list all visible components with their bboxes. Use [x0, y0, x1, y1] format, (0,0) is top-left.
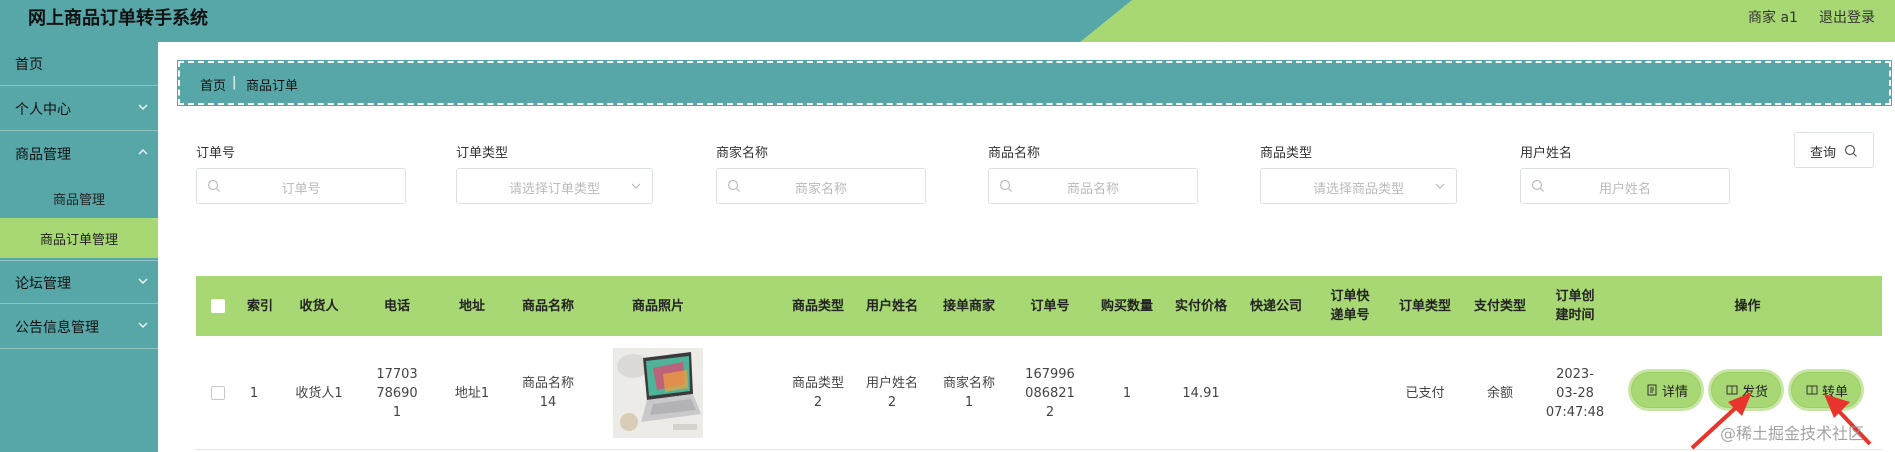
cell-product-type: 商品类型2 — [791, 376, 844, 410]
chevron-up-icon — [138, 149, 148, 155]
merchant-name-input[interactable]: 商家名称 — [716, 168, 926, 204]
cell-price: 14.91 — [1182, 385, 1220, 401]
column-header: 实付价格 — [1174, 298, 1227, 314]
breadcrumb-current: 商品订单 — [246, 79, 299, 94]
table-header: 索引 收货人 电话 地址 商品名称 商品照片 商品类型 用户姓名 接单商家 订单… — [196, 276, 1882, 336]
header-accent — [1080, 0, 1895, 42]
cell-index: 1 — [249, 385, 259, 401]
cell-courier — [1239, 336, 1313, 450]
sidebar-subitem-products[interactable]: 商品管理 — [0, 178, 158, 218]
sidebar-item-label: 首页 — [15, 57, 43, 73]
chevron-down-icon — [138, 322, 148, 328]
select-all-checkbox[interactable] — [211, 299, 225, 313]
column-header: 商品照片 — [631, 298, 684, 314]
product-name-label: 商品名称 — [988, 146, 1041, 161]
user-name-label: 用户姓名 — [1520, 146, 1573, 161]
query-button[interactable]: 查询 — [1794, 132, 1874, 168]
column-header: 接单商家 — [942, 298, 995, 314]
order-no-label: 订单号 — [196, 146, 236, 161]
chevron-down-icon — [138, 104, 148, 110]
column-header: 电话 — [383, 298, 410, 314]
sidebar-item-announcements[interactable]: 公告信息管理 — [0, 305, 158, 349]
search-icon — [1844, 144, 1857, 157]
sidebar-item-home[interactable]: 首页 — [0, 42, 158, 86]
document-icon — [1647, 384, 1657, 396]
column-header: 收货人 — [299, 298, 339, 314]
product-photo — [613, 348, 703, 438]
current-user: 商家 a1 — [1748, 10, 1798, 26]
cell-quantity: 1 — [1122, 385, 1132, 401]
query-button-label: 查询 — [1810, 145, 1837, 160]
cell-tracking-no — [1313, 336, 1387, 450]
user-name-placeholder: 用户姓名 — [1598, 182, 1651, 197]
order-type-select[interactable]: 请选择订单类型 — [456, 168, 653, 204]
cell-merchant: 商家名称1 — [942, 376, 995, 410]
sidebar-subitem-label: 商品管理 — [52, 193, 105, 208]
column-header: 索引 — [246, 298, 273, 314]
cell-receiver: 收货人1 — [295, 385, 343, 401]
chevron-down-icon — [1435, 183, 1445, 189]
column-header: 订单类型 — [1398, 298, 1451, 314]
merchant-name-placeholder: 商家名称 — [794, 182, 847, 197]
order-no-placeholder: 订单号 — [281, 182, 321, 197]
sidebar-subitem-product-orders[interactable]: 商品订单管理 — [0, 218, 158, 258]
sidebar-item-label: 商品管理 — [15, 147, 71, 163]
watermark: @稀土掘金技术社区 — [1720, 424, 1865, 443]
sidebar-item-product-management[interactable]: 商品管理 — [0, 132, 158, 176]
top-header: 网上商品订单转手系统 商家 a1 退出登录 — [0, 0, 1895, 42]
product-type-label: 商品类型 — [1260, 146, 1313, 161]
column-header: 支付类型 — [1473, 298, 1526, 314]
merchant-name-label: 商家名称 — [716, 146, 769, 161]
table-row: 1 收货人1 17703786901 地址1 商品名称14 商品类型2 用户姓名… — [196, 336, 1882, 450]
order-type-label: 订单类型 — [456, 146, 509, 161]
column-header: 地址 — [458, 298, 485, 314]
chevron-down-icon — [138, 278, 148, 284]
row-select-cell[interactable] — [196, 336, 240, 450]
sidebar-item-label: 公告信息管理 — [15, 320, 99, 336]
column-header: 订单快递单号 — [1330, 289, 1370, 323]
cell-order-no: 1679960868212 — [1025, 366, 1075, 420]
sidebar: 首页 个人中心 商品管理 商品管理 商品订单管理 论坛管理 公告信息管理 — [0, 42, 158, 452]
cell-address: 地址1 — [454, 385, 490, 401]
logout-link[interactable]: 退出登录 — [1819, 7, 1875, 27]
column-header: 用户姓名 — [865, 298, 918, 314]
select-all-cell[interactable] — [196, 276, 240, 336]
breadcrumb: 首页 | 商品订单 — [177, 60, 1892, 106]
cell-phone: 17703786901 — [376, 366, 418, 420]
column-header: 订单号 — [1030, 298, 1070, 314]
sidebar-item-label: 个人中心 — [15, 102, 71, 118]
user-name-input[interactable]: 用户姓名 — [1520, 168, 1730, 204]
chevron-down-icon — [631, 183, 641, 189]
cell-user-name: 用户姓名2 — [865, 376, 918, 410]
cell-product-name: 商品名称14 — [522, 376, 575, 410]
sidebar-item-forum[interactable]: 论坛管理 — [0, 260, 158, 304]
cell-created-time: 2023-03-28 07:47:48 — [1545, 366, 1605, 420]
product-name-placeholder: 商品名称 — [1066, 182, 1119, 197]
column-header: 购买数量 — [1100, 298, 1153, 314]
cell-product-photo — [588, 336, 728, 450]
row-checkbox[interactable] — [211, 386, 225, 400]
sidebar-item-label: 论坛管理 — [15, 276, 71, 292]
breadcrumb-separator: | — [232, 75, 237, 90]
laptop-image — [613, 348, 703, 438]
cell-order-type: 已支付 — [1405, 385, 1445, 401]
sidebar-item-personal-center[interactable]: 个人中心 — [0, 87, 158, 131]
breadcrumb-home[interactable]: 首页 — [200, 75, 226, 94]
app-title: 网上商品订单转手系统 — [28, 8, 208, 29]
order-no-input[interactable]: 订单号 — [196, 168, 406, 204]
product-type-select[interactable]: 请选择商品类型 — [1260, 168, 1457, 204]
column-header: 操作 — [1734, 298, 1761, 314]
column-header: 商品名称 — [521, 298, 574, 314]
column-header: 快递公司 — [1249, 298, 1302, 314]
column-header: 商品类型 — [791, 298, 844, 314]
column-header: 订单创建时间 — [1555, 289, 1595, 323]
product-name-input[interactable]: 商品名称 — [988, 168, 1198, 204]
order-type-placeholder: 请选择订单类型 — [508, 182, 600, 197]
product-type-placeholder: 请选择商品类型 — [1312, 182, 1404, 197]
cell-pay-type: 余额 — [1486, 385, 1513, 401]
sidebar-subitem-label: 商品订单管理 — [39, 233, 118, 248]
